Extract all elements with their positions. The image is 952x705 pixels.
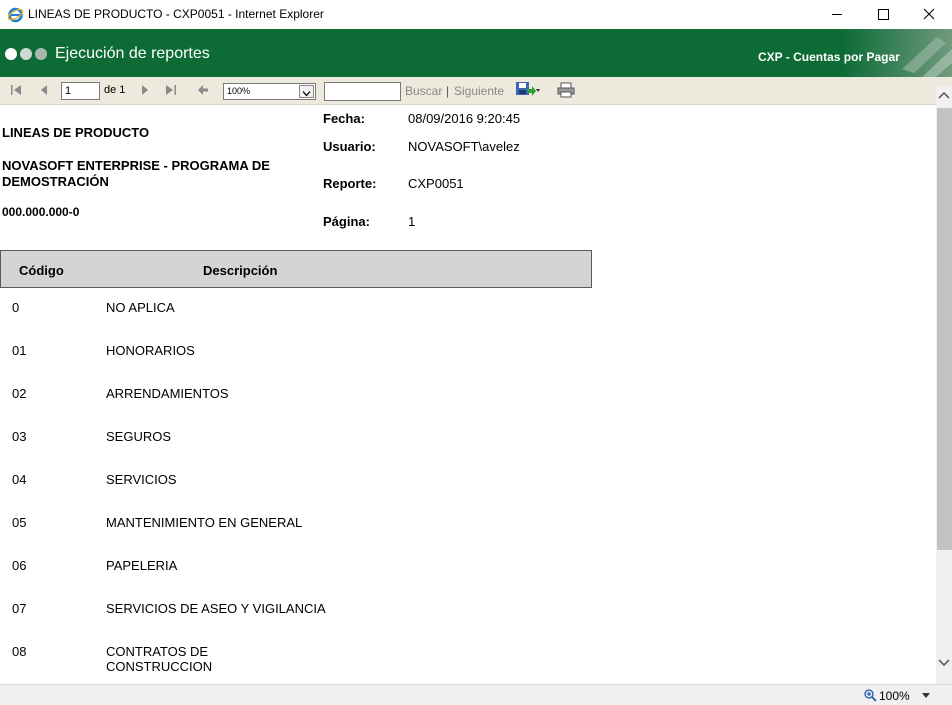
find-next-button[interactable]: Siguiente xyxy=(454,84,504,98)
row-description: ARRENDAMIENTOS xyxy=(106,386,229,401)
magnifier-zoom-icon[interactable] xyxy=(864,689,877,702)
row-description: HONORARIOS xyxy=(106,343,195,358)
fecha-value: 08/09/2016 9:20:45 xyxy=(408,111,521,126)
zoom-dropdown[interactable]: 100% xyxy=(223,83,316,100)
internet-explorer-icon xyxy=(7,7,24,23)
previous-page-icon[interactable] xyxy=(38,84,50,96)
row-code: 05 xyxy=(12,515,27,530)
find-button[interactable]: Buscar xyxy=(405,84,442,98)
export-save-icon[interactable] xyxy=(515,81,541,99)
header-dot-icon xyxy=(20,48,32,60)
header-dot-icon xyxy=(5,48,17,60)
status-bar: 100% xyxy=(0,684,952,705)
table-header: Código Descripción xyxy=(0,250,592,288)
row-description-line2: CONSTRUCCION xyxy=(106,659,213,674)
usuario-value: NOVASOFT\avelez xyxy=(408,139,520,154)
zoom-value: 100% xyxy=(227,86,251,96)
search-input[interactable] xyxy=(324,82,401,101)
back-to-parent-icon[interactable] xyxy=(197,84,209,96)
row-description: SERVICIOS DE ASEO Y VIGILANCIA xyxy=(106,601,326,616)
row-description-line1: CONTRATOS DE xyxy=(106,644,209,659)
row-code: 07 xyxy=(12,601,27,616)
report-title: LINEAS DE PRODUCTO xyxy=(2,125,150,140)
row-code: 01 xyxy=(12,343,27,358)
column-header-code: Código xyxy=(19,263,64,278)
scroll-up-arrow-icon[interactable] xyxy=(936,86,952,106)
first-page-icon[interactable] xyxy=(10,84,22,96)
module-name: CXP - Cuentas por Pagar xyxy=(758,50,900,64)
window-title: LINEAS DE PRODUCTO - CXP0051 - Internet … xyxy=(28,7,324,21)
minimize-icon xyxy=(832,14,842,15)
page-number-input[interactable] xyxy=(61,82,100,100)
report-toolbar: de 1 100% Buscar | Siguiente xyxy=(0,77,952,105)
vertical-scrollbar[interactable] xyxy=(936,86,952,684)
close-button[interactable] xyxy=(906,0,952,29)
ie-window: LINEAS DE PRODUCTO - CXP0051 - Internet … xyxy=(0,0,952,705)
minimize-button[interactable] xyxy=(814,0,860,29)
print-icon[interactable] xyxy=(557,82,575,98)
row-description: PAPELERIA xyxy=(106,558,178,573)
row-code: 04 xyxy=(12,472,27,487)
scrollbar-thumb[interactable] xyxy=(937,108,952,550)
next-page-icon[interactable] xyxy=(139,84,151,96)
chevron-down-icon[interactable] xyxy=(299,85,314,98)
row-code: 08 xyxy=(12,644,27,659)
header-title: Ejecución de reportes xyxy=(55,45,210,62)
pagina-value: 1 xyxy=(408,214,416,229)
fecha-label: Fecha: xyxy=(323,111,365,126)
row-code: 0 xyxy=(12,300,20,315)
last-page-icon[interactable] xyxy=(165,84,177,96)
chevron-down-icon[interactable] xyxy=(922,693,930,698)
header-dot-icon xyxy=(35,48,47,60)
company-name-line2: DEMOSTRACIÓN xyxy=(2,174,109,189)
app-header: Ejecución de reportes CXP - Cuentas por … xyxy=(0,29,952,77)
usuario-label: Usuario: xyxy=(323,139,376,154)
row-code: 02 xyxy=(12,386,27,401)
row-code: 03 xyxy=(12,429,27,444)
reporte-value: CXP0051 xyxy=(408,176,464,191)
row-description: SEGUROS xyxy=(106,429,172,444)
company-nit: 000.000.000-0 xyxy=(2,205,80,219)
row-code: 06 xyxy=(12,558,27,573)
row-description: NO APLICA xyxy=(106,300,175,315)
row-description: MANTENIMIENTO EN GENERAL xyxy=(106,515,303,530)
column-header-description: Descripción xyxy=(203,263,278,278)
page-count-label: de 1 xyxy=(104,84,126,96)
row-description: SERVICIOS xyxy=(106,472,177,487)
pagina-label: Página: xyxy=(323,214,370,229)
reporte-label: Reporte: xyxy=(323,176,377,191)
title-bar: LINEAS DE PRODUCTO - CXP0051 - Internet … xyxy=(0,0,952,29)
toolbar-separator: | xyxy=(446,84,450,98)
scroll-down-arrow-icon[interactable] xyxy=(936,652,952,672)
status-zoom-level[interactable]: 100% xyxy=(879,689,910,703)
maximize-icon xyxy=(878,9,889,20)
report-viewport: LINEAS DE PRODUCTO NOVASOFT ENTERPRISE -… xyxy=(0,105,936,684)
maximize-button[interactable] xyxy=(860,0,906,29)
company-name-line1: NOVASOFT ENTERPRISE - PROGRAMA DE xyxy=(2,158,270,173)
close-icon xyxy=(923,8,935,20)
